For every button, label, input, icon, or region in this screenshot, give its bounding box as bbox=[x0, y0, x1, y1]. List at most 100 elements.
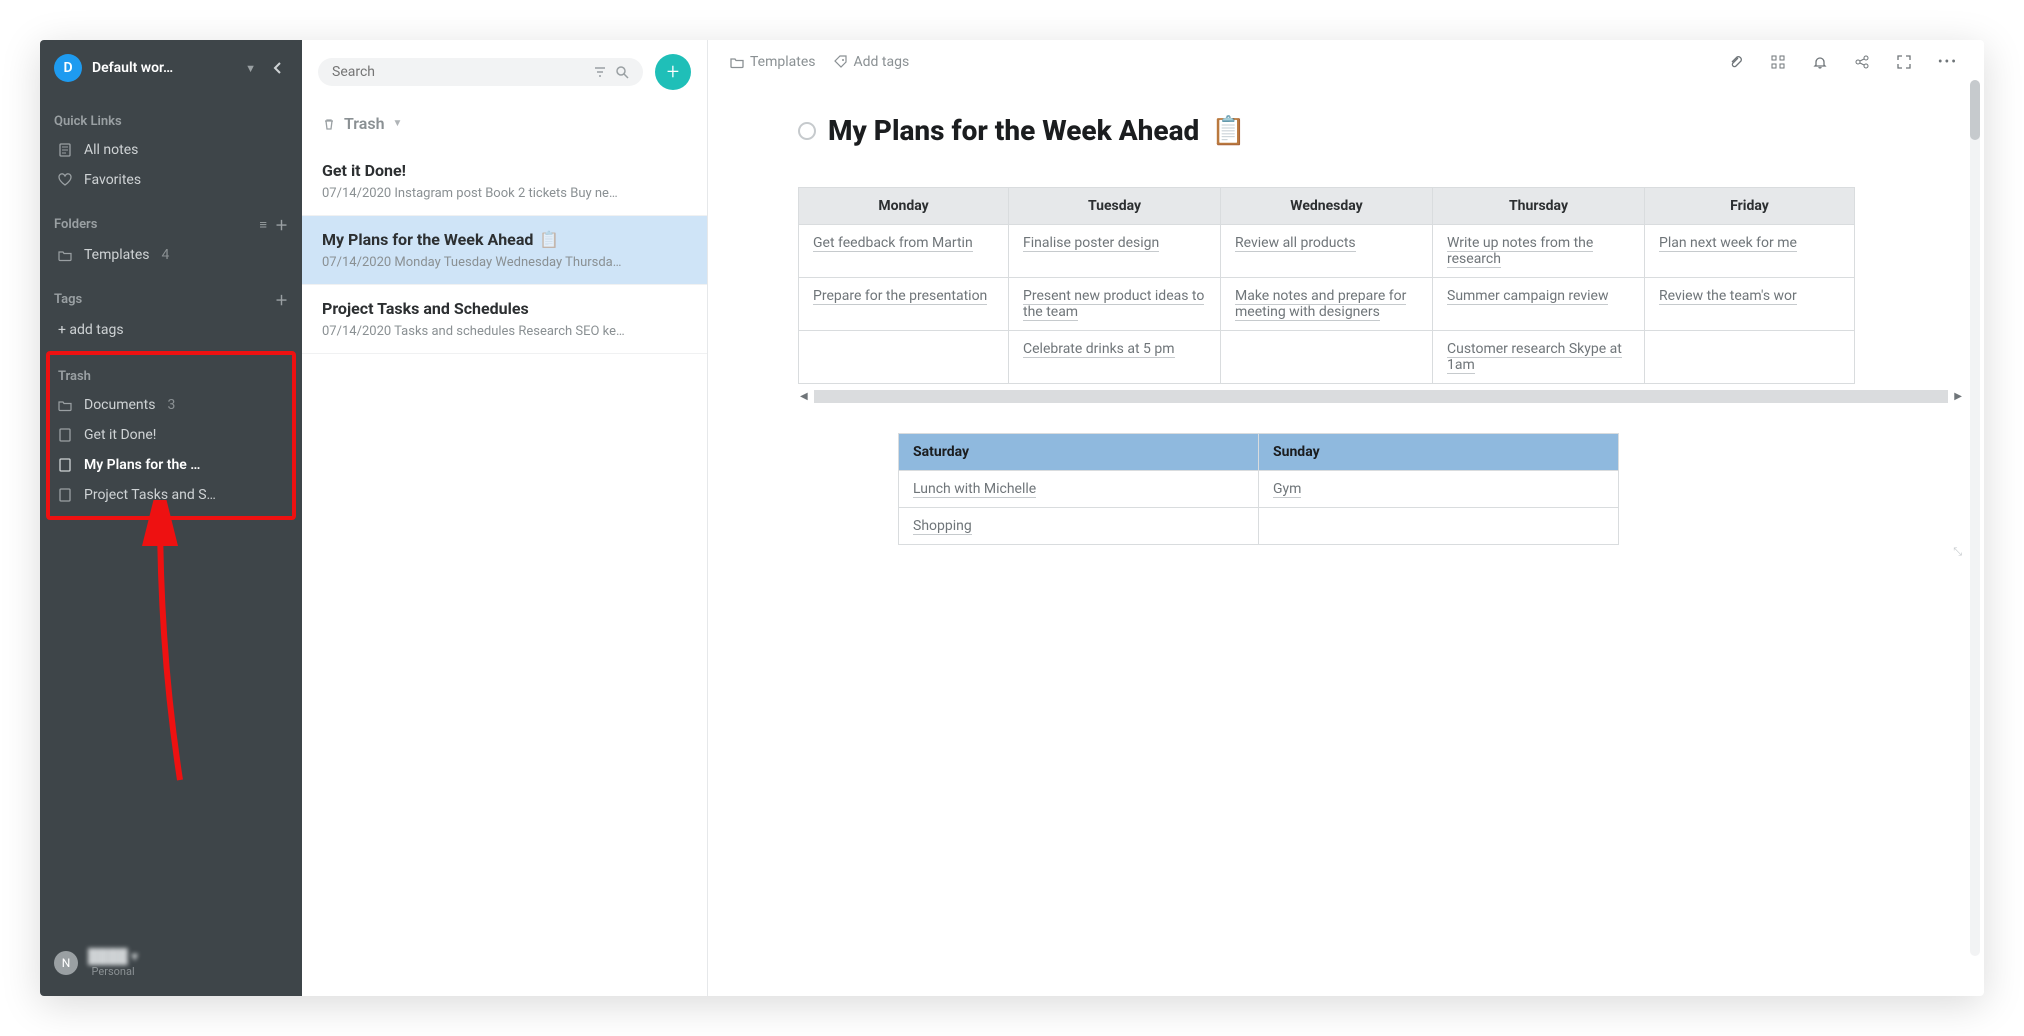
chevron-down-icon[interactable]: ▼ bbox=[245, 62, 256, 75]
search-field[interactable] bbox=[332, 64, 585, 80]
share-icon[interactable] bbox=[1850, 54, 1874, 70]
sidebar-item-trash-documents[interactable]: Documents 3 bbox=[54, 390, 288, 420]
folders-heading: Folders ≡ ＋ bbox=[54, 205, 288, 240]
tag-icon bbox=[834, 55, 848, 69]
vertical-scrollbar[interactable] bbox=[1970, 80, 1980, 956]
sidebar-item-trash-note-2[interactable]: My Plans for the … bbox=[54, 450, 288, 480]
table-cell[interactable]: Review all products bbox=[1221, 225, 1433, 278]
sidebar-item-label: Templates bbox=[84, 247, 150, 263]
note-list-item[interactable]: Get it Done! 07/14/2020 Instagram post B… bbox=[302, 147, 707, 216]
sidebar-item-label: Get it Done! bbox=[84, 427, 156, 443]
table-header: Wednesday bbox=[1221, 188, 1433, 225]
heart-icon bbox=[58, 173, 74, 187]
trash-section-highlight: Trash Documents 3 Get it Done! My Plans … bbox=[46, 351, 296, 520]
sidebar-item-all-notes[interactable]: All notes bbox=[54, 135, 288, 165]
editor-panel: Templates Add tags ••• My Plans for the … bbox=[708, 40, 1984, 996]
search-input[interactable] bbox=[318, 58, 643, 86]
workspace-switcher[interactable]: D Default wor… ▼ bbox=[40, 40, 302, 96]
note-title: My Plans for the Week Ahead 📋 bbox=[322, 230, 687, 249]
more-icon[interactable]: ••• bbox=[1934, 54, 1962, 70]
sidebar-item-trash-note-3[interactable]: Project Tasks and S… bbox=[54, 480, 288, 510]
add-tags-button[interactable]: Add tags bbox=[834, 54, 910, 70]
tags-heading: Tags ＋ bbox=[54, 280, 288, 315]
expand-icon[interactable] bbox=[1892, 54, 1916, 70]
scroll-right-icon[interactable]: ▶ bbox=[1952, 391, 1964, 402]
table-cell[interactable] bbox=[1645, 331, 1855, 384]
new-note-button[interactable]: + bbox=[655, 54, 691, 90]
note-list-item[interactable]: Project Tasks and Schedules 07/14/2020 T… bbox=[302, 285, 707, 354]
note-icon bbox=[58, 428, 74, 442]
table-cell[interactable]: Summer campaign review bbox=[1433, 278, 1645, 331]
table-cell[interactable]: Review the team's wor bbox=[1645, 278, 1855, 331]
table-header: Friday bbox=[1645, 188, 1855, 225]
workspace-name: Default wor… bbox=[92, 60, 235, 76]
collapse-sidebar-button[interactable] bbox=[266, 61, 288, 75]
add-folder-button[interactable]: ＋ bbox=[275, 215, 288, 234]
table-header: Sunday bbox=[1259, 434, 1619, 471]
quick-links-heading: Quick Links bbox=[54, 104, 288, 135]
table-cell[interactable]: Celebrate drinks at 5 pm bbox=[1009, 331, 1221, 384]
table-cell[interactable] bbox=[799, 331, 1009, 384]
note-preview: 07/14/2020 Instagram post Book 2 tickets… bbox=[322, 186, 687, 201]
sidebar-item-templates[interactable]: Templates 4 bbox=[54, 240, 288, 270]
sort-icon[interactable]: ≡ bbox=[251, 217, 275, 233]
sidebar-item-label: Documents bbox=[84, 397, 155, 413]
table-header: Thursday bbox=[1433, 188, 1645, 225]
attachment-icon[interactable] bbox=[1724, 54, 1748, 70]
weekend-table[interactable]: Saturday Sunday Lunch with Michelle Gym … bbox=[898, 433, 1619, 545]
scrollbar-track[interactable] bbox=[814, 390, 1949, 403]
table-cell[interactable] bbox=[1259, 508, 1619, 545]
search-icon[interactable] bbox=[607, 65, 629, 79]
table-resize-handle[interactable]: ⤡ bbox=[798, 545, 1964, 559]
sidebar-item-trash-note-1[interactable]: Get it Done! bbox=[54, 420, 288, 450]
table-cell[interactable]: Make notes and prepare for meeting with … bbox=[1221, 278, 1433, 331]
table-horizontal-scrollbar[interactable]: ◀ ▶ bbox=[798, 390, 1964, 403]
bell-icon[interactable] bbox=[1808, 54, 1832, 70]
note-list-title[interactable]: Trash ▼ bbox=[302, 104, 707, 147]
folder-icon bbox=[58, 248, 74, 262]
table-cell[interactable]: Plan next week for me bbox=[1645, 225, 1855, 278]
table-cell[interactable]: Lunch with Michelle bbox=[899, 471, 1259, 508]
breadcrumb-folder[interactable]: Templates bbox=[730, 54, 816, 70]
scroll-left-icon[interactable]: ◀ bbox=[798, 391, 810, 402]
note-icon bbox=[58, 488, 74, 502]
weekday-table[interactable]: Monday Tuesday Wednesday Thursday Friday… bbox=[798, 187, 1855, 384]
sidebar: D Default wor… ▼ Quick Links All notes F… bbox=[40, 40, 302, 996]
table-cell[interactable]: Shopping bbox=[899, 508, 1259, 545]
table-header: Saturday bbox=[899, 434, 1259, 471]
filter-icon[interactable] bbox=[585, 65, 607, 79]
editor-toolbar: Templates Add tags ••• bbox=[708, 40, 1984, 84]
add-tag-button[interactable]: ＋ bbox=[275, 290, 288, 309]
table-cell[interactable]: Write up notes from the research bbox=[1433, 225, 1645, 278]
table-cell[interactable]: Finalise poster design bbox=[1009, 225, 1221, 278]
editor-body[interactable]: My Plans for the Week Ahead 📋 Monday Tue… bbox=[708, 84, 1984, 996]
document-title[interactable]: My Plans for the Week Ahead 📋 bbox=[798, 114, 1964, 147]
clipboard-icon: 📋 bbox=[1211, 114, 1246, 147]
qr-icon[interactable] bbox=[1766, 54, 1790, 70]
clipboard-icon: 📋 bbox=[539, 230, 559, 249]
table-cell[interactable]: Prepare for the presentation bbox=[799, 278, 1009, 331]
table-header: Tuesday bbox=[1009, 188, 1221, 225]
table-cell[interactable]: Get feedback from Martin bbox=[799, 225, 1009, 278]
chevron-down-icon[interactable]: ▼ bbox=[393, 118, 403, 129]
trash-heading: Trash bbox=[54, 359, 288, 390]
sidebar-item-add-tags[interactable]: + add tags bbox=[54, 315, 288, 345]
folder-icon bbox=[730, 55, 744, 69]
sidebar-item-favorites[interactable]: Favorites bbox=[54, 165, 288, 195]
table-cell[interactable] bbox=[1221, 331, 1433, 384]
table-cell[interactable]: Gym bbox=[1259, 471, 1619, 508]
sidebar-item-label: Project Tasks and S… bbox=[84, 487, 216, 503]
sidebar-item-label: Favorites bbox=[84, 172, 141, 188]
table-cell[interactable]: Customer research Skype at 1am bbox=[1433, 331, 1645, 384]
scrollbar-thumb[interactable] bbox=[1970, 80, 1980, 140]
workspace-avatar: D bbox=[54, 54, 82, 82]
table-cell[interactable]: Present new product ideas to the team bbox=[1009, 278, 1221, 331]
note-list-item[interactable]: My Plans for the Week Ahead 📋 07/14/2020… bbox=[302, 216, 707, 285]
user-plan: Personal bbox=[92, 965, 135, 978]
title-checkbox[interactable] bbox=[798, 122, 816, 140]
user-avatar: N bbox=[54, 951, 78, 975]
note-icon bbox=[58, 143, 74, 157]
note-title: Get it Done! bbox=[322, 161, 687, 180]
user-footer[interactable]: N ████ ▾ Personal bbox=[40, 936, 302, 996]
sidebar-item-label: + add tags bbox=[58, 322, 124, 338]
